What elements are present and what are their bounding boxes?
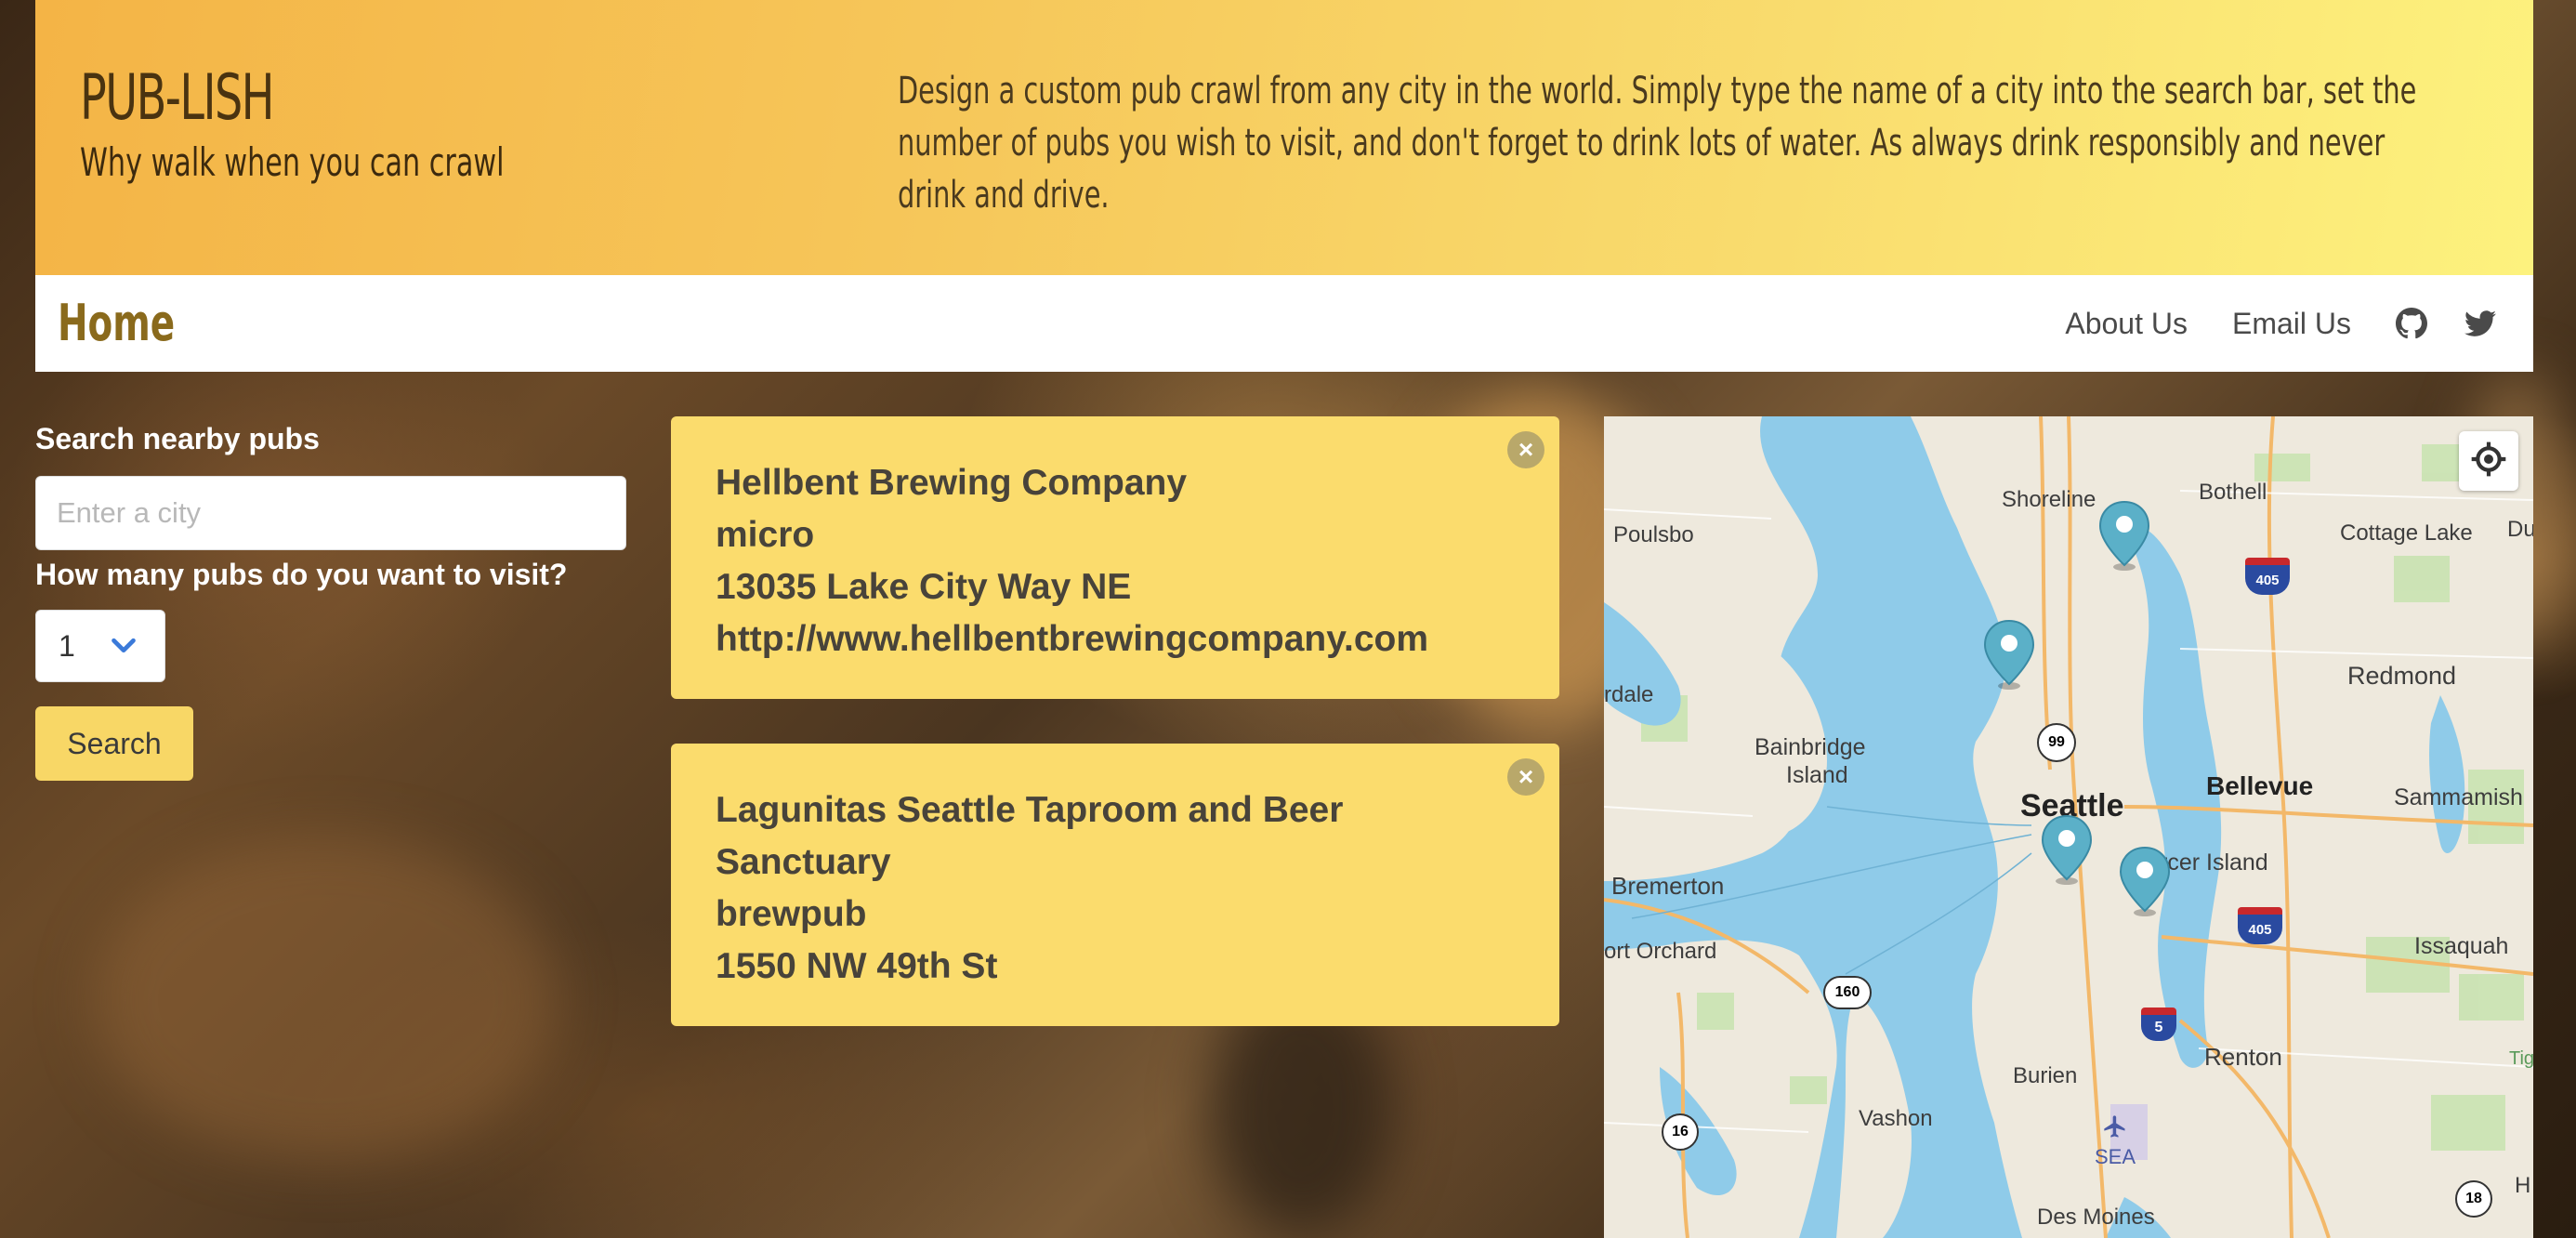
chevron-down-icon (111, 633, 137, 659)
nav-links: About Us Email Us (2065, 275, 2533, 372)
city-search-input[interactable] (35, 476, 626, 550)
search-button[interactable]: Search (35, 706, 193, 781)
search-label: Search nearby pubs (35, 422, 320, 455)
nav-home-link[interactable]: Home (58, 294, 175, 352)
map-label: Vashon (1859, 1106, 1933, 1131)
interstate-shield-label: 405 (2255, 572, 2280, 588)
map-label: Bremerton (1611, 872, 1725, 900)
pub-type: brewpub (716, 894, 867, 934)
map-label: Burien (2013, 1063, 2078, 1088)
interstate-shield: 5 (2141, 1008, 2176, 1041)
route-shield-label: 16 (1672, 1124, 1689, 1139)
github-icon[interactable] (2396, 308, 2427, 339)
map-label: Bellevue (2206, 771, 2314, 800)
map[interactable]: Shoreline Bothell Poulsbo Cottage Lake D… (1604, 416, 2533, 1238)
airport-icon (2102, 1113, 2128, 1139)
map-label: SEA (2095, 1145, 2136, 1168)
map-label: Du (2507, 517, 2533, 542)
site-description: Design a custom pub crawl from any city … (898, 70, 2417, 217)
pub-count-label: How many pubs do you want to visit? (35, 558, 568, 591)
route-shield-label: 18 (2465, 1191, 2482, 1206)
map-label: ort Orchard (1604, 939, 1717, 964)
pub-address: 13035 Lake City Way NE (716, 567, 1132, 607)
navbar: Home About Us Email Us (35, 275, 2533, 372)
route-shield-label: 160 (1834, 984, 1860, 1000)
route-shield: 160 (1823, 976, 1872, 1009)
map-label: Des Moines (2037, 1205, 2155, 1230)
map-label: Shoreline (2002, 487, 2096, 512)
twitter-icon[interactable] (2464, 308, 2496, 339)
map-label: Cottage Lake (2340, 520, 2473, 546)
interstate-shield-label: 5 (2154, 1020, 2163, 1035)
map-label: H (2515, 1173, 2531, 1198)
nav-email-link[interactable]: Email Us (2232, 307, 2351, 341)
map-label: Tig (2509, 1048, 2533, 1069)
map-label: Island (1786, 762, 1848, 788)
map-label: Issaquah (2414, 933, 2509, 959)
close-icon[interactable]: × (1507, 758, 1544, 796)
crosshair-icon (2470, 441, 2507, 482)
map-label: Redmond (2347, 662, 2457, 690)
interstate-shield: 405 (2245, 558, 2290, 595)
route-shield: 99 (2037, 723, 2076, 762)
pub-address: 1550 NW 49th St (716, 946, 998, 986)
route-shield: 16 (1662, 1113, 1699, 1151)
pub-type: micro (716, 515, 815, 555)
route-shield: 18 (2455, 1180, 2492, 1218)
map-label: rcer Island (2160, 849, 2268, 876)
interstate-shield-label: 405 (2248, 921, 2272, 938)
nav-about-link[interactable]: About Us (2065, 307, 2188, 341)
site-title: PUB-LISH (80, 61, 275, 135)
pub-card: × Lagunitas Seattle Taproom and Beer San… (671, 744, 1559, 1026)
pub-map-marker[interactable] (1983, 619, 2035, 690)
pub-card: × Hellbent Brewing Company micro 13035 L… (671, 416, 1559, 699)
pub-name: Lagunitas Seattle Taproom and Beer (716, 790, 1344, 830)
map-label: Bothell (2199, 480, 2267, 505)
map-label: Sammamish (2394, 784, 2523, 810)
pub-count-value: 1 (59, 628, 75, 663)
site-header: PUB-LISH Why walk when you can crawl Des… (35, 0, 2533, 275)
background-bokeh (93, 836, 558, 1162)
pub-name-line2: Sanctuary (716, 842, 891, 882)
map-label: Renton (2204, 1043, 2282, 1071)
site-tagline: Why walk when you can crawl (80, 139, 505, 185)
pub-website-link[interactable]: http://www.hellbentbrewingcompany.com (716, 613, 1515, 665)
map-label: Poulsbo (1613, 522, 1694, 547)
interstate-shield: 405 (2238, 907, 2282, 944)
pub-name: Hellbent Brewing Company (716, 463, 1188, 503)
map-label: Bainbridge (1755, 734, 1866, 760)
pub-map-marker[interactable] (2098, 500, 2150, 571)
locate-me-button[interactable] (2459, 431, 2518, 491)
pub-map-marker[interactable] (2041, 814, 2093, 885)
pub-count-select[interactable]: 1 (35, 610, 165, 682)
pub-map-marker[interactable] (2119, 846, 2171, 916)
route-shield-label: 99 (2048, 734, 2065, 750)
map-label: rdale (1604, 682, 1654, 707)
close-icon[interactable]: × (1507, 431, 1544, 468)
